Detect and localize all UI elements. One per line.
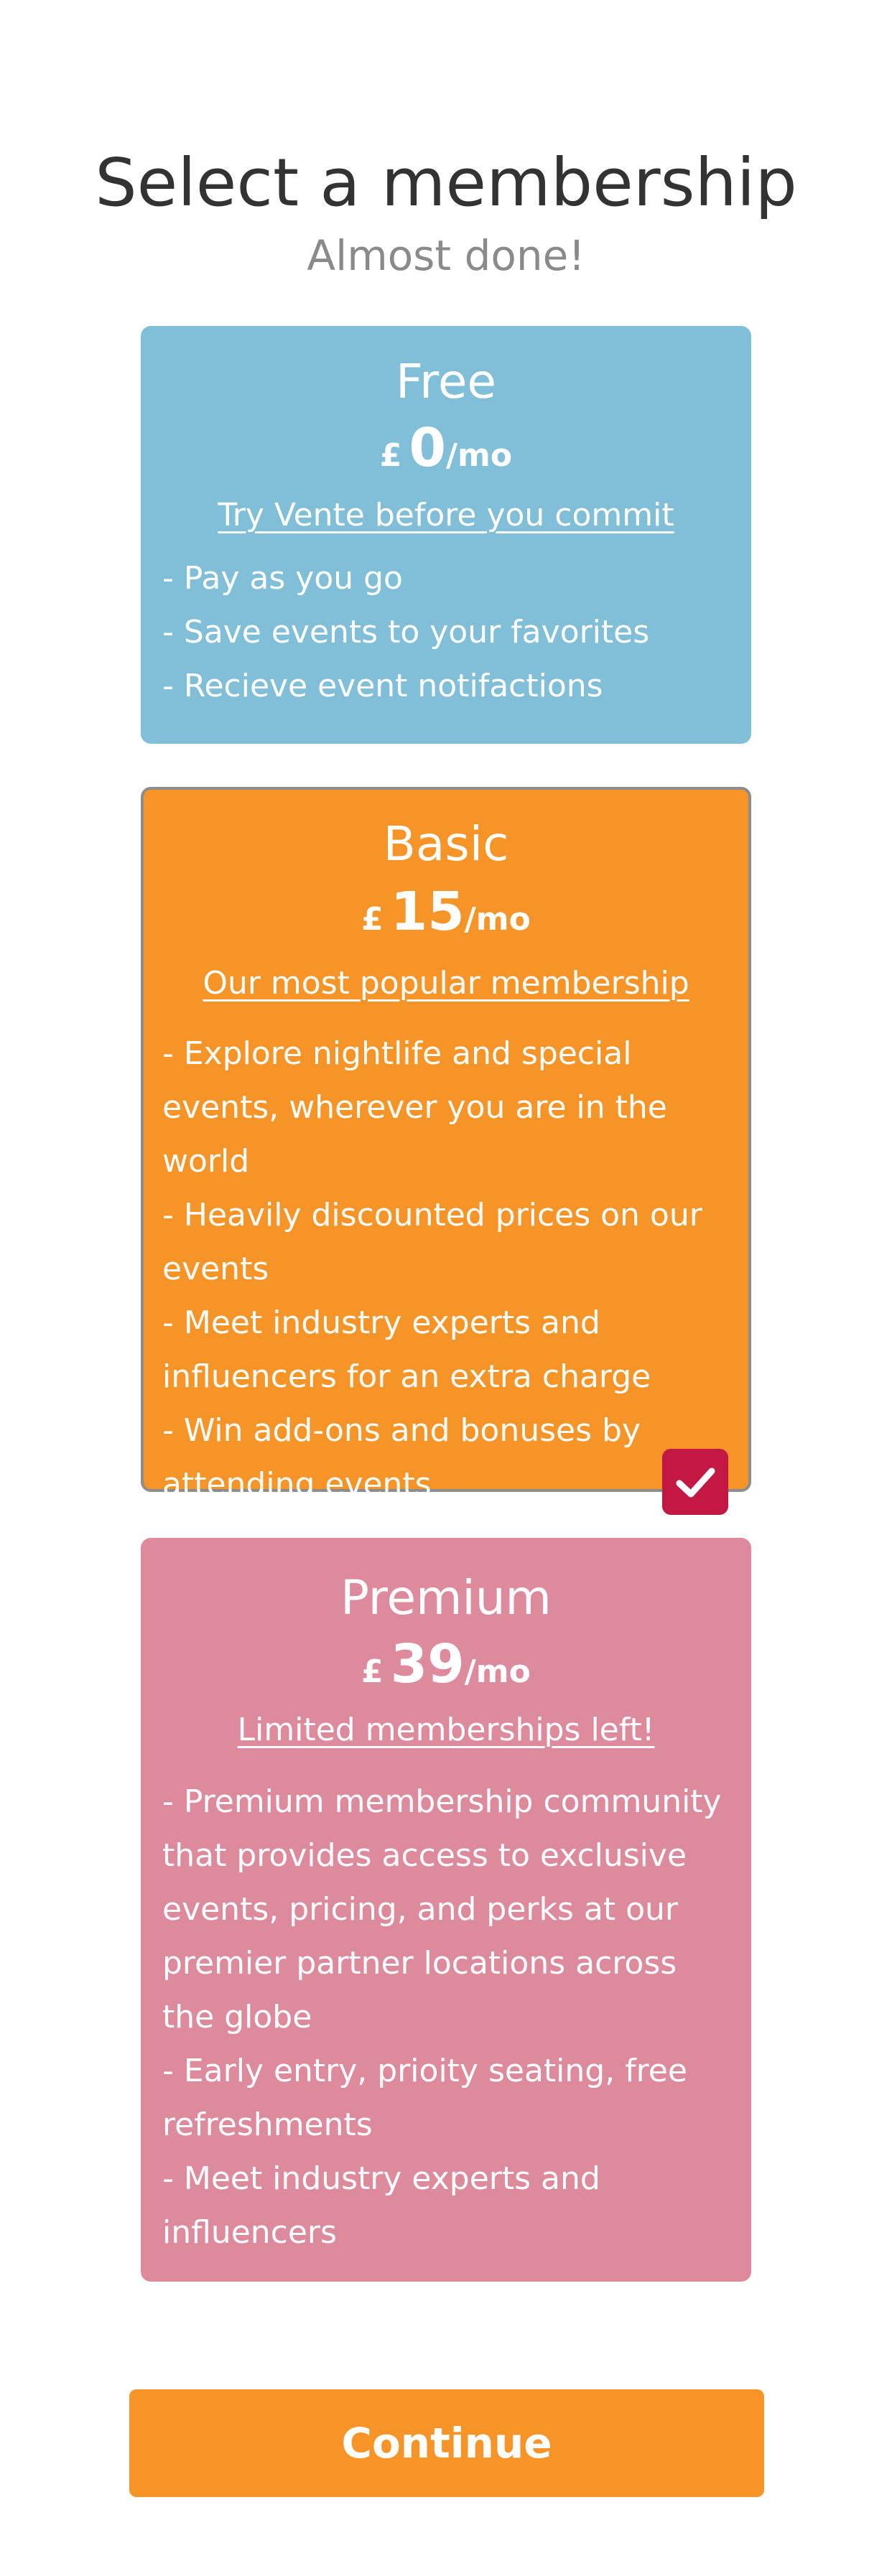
price-amount: 15 [390,881,465,943]
plan-price: £15/mo [144,882,748,950]
plan-tagline[interactable]: Limited memberships left! [141,1710,751,1750]
feature-item: - Meet industry experts and influencers [162,2160,600,2251]
currency-symbol: £ [361,1653,384,1690]
feature-item: - Pay as you go [162,560,403,597]
plan-card-free[interactable]: Free £0/mo Try Vente before you commit -… [141,326,751,744]
price-amount: 0 [409,417,446,479]
feature-item: - Recieve event notifactions [162,668,603,704]
feature-item: - Heavily discounted prices on our event… [162,1197,702,1287]
feature-item: - Meet industry experts and influencers … [162,1305,651,1395]
feature-item: - Early entry, prioity seating, free ref… [162,2053,687,2143]
feature-list: - Pay as you go - Save events to your fa… [162,551,737,713]
currency-symbol: £ [361,901,384,938]
plan-price: £0/mo [141,418,751,486]
feature-list: - Premium membership community that prov… [162,1775,737,2259]
plan-tagline[interactable]: Our most popular membership [144,963,748,1004]
price-period: /mo [464,901,531,938]
feature-list: - Explore nightlife and special events, … [162,1027,737,1511]
plan-name: Basic [383,816,509,872]
page-subtitle: Almost done! [307,231,585,280]
price-amount: 39 [390,1633,465,1695]
continue-button[interactable]: Continue [129,2389,764,2497]
plan-price: £39/mo [141,1634,751,1702]
feature-item: - Premium membership community that prov… [162,1783,722,2035]
selected-checkbox[interactable] [662,1449,728,1515]
currency-symbol: £ [379,437,402,474]
plan-card-basic[interactable]: Basic £15/mo Our most popular membership… [141,787,751,1503]
price-period: /mo [445,437,513,474]
feature-item: - Win add-ons and bonuses by attending e… [162,1412,641,1503]
plan-card-premium[interactable]: Premium £39/mo Limited memberships left!… [141,1538,751,2282]
plan-name: Premium [340,1570,552,1625]
feature-item: - Explore nightlife and special events, … [162,1035,667,1180]
checkmark-icon [676,1467,715,1498]
plan-tagline[interactable]: Try Vente before you commit [141,495,751,536]
page-title: Select a membership [95,144,797,221]
feature-item: - Save events to your favorites [162,614,650,650]
plan-name: Free [395,354,497,409]
price-period: /mo [464,1653,531,1690]
